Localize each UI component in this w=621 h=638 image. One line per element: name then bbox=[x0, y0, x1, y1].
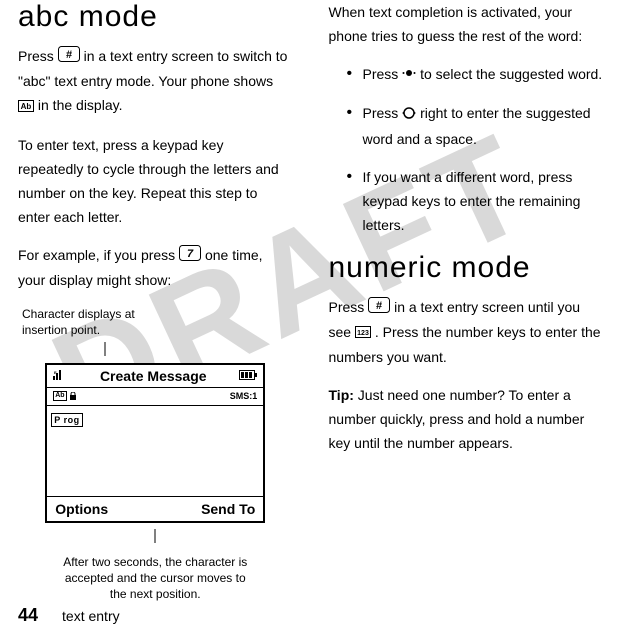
annotation-line-bottom bbox=[18, 529, 293, 548]
lock-icon bbox=[69, 392, 77, 400]
phone-titlebar: E Create Message bbox=[47, 365, 263, 388]
phone-title: Create Message bbox=[67, 368, 239, 384]
heading-numeric-mode: numeric mode bbox=[329, 251, 604, 285]
phone-screen: E Create Message Ab SMS:1 P rog Options … bbox=[45, 363, 265, 523]
nav-key-icon bbox=[402, 103, 416, 127]
tip-text: Just need one number? To enter a number … bbox=[329, 387, 585, 451]
phone-softkeys: Options Send To bbox=[47, 496, 263, 521]
numeric-para-a: Press bbox=[329, 299, 369, 315]
completion-list: Press to select the suggested word. Pres… bbox=[347, 62, 604, 237]
heading-abc-mode: abc mode bbox=[18, 0, 293, 34]
abc-para-1c: in the display. bbox=[38, 97, 123, 113]
annotation-line-top bbox=[18, 342, 293, 361]
svg-text:#: # bbox=[66, 49, 72, 61]
bullet-select-word: Press to select the suggested word. bbox=[347, 62, 604, 87]
footer-section: text entry bbox=[62, 608, 120, 624]
bullet-different-word: If you want a different word, press keyp… bbox=[347, 165, 604, 237]
tip-label: Tip: bbox=[329, 387, 354, 403]
bullet2a: Press bbox=[363, 105, 403, 121]
right-column: When text completion is activated, your … bbox=[311, 0, 604, 608]
abc-para-2: To enter text, press a keypad key repeat… bbox=[18, 133, 293, 229]
phone-body: P rog bbox=[47, 406, 263, 496]
svg-text:Ab: Ab bbox=[21, 102, 32, 111]
svg-text:123: 123 bbox=[357, 330, 369, 337]
hash-key-icon: # bbox=[58, 45, 80, 69]
mode-badge: Ab bbox=[53, 391, 76, 401]
signal-icon: E bbox=[53, 367, 67, 385]
softkey-left: Options bbox=[55, 501, 108, 517]
numeric-para: Press # in a text entry screen until you… bbox=[329, 295, 604, 370]
abc-para-3a: For example, if you press bbox=[18, 247, 179, 263]
battery-icon bbox=[239, 367, 257, 385]
page-footer: 44 text entry bbox=[18, 605, 120, 626]
ab-mode-icon: Ab bbox=[18, 95, 34, 119]
seven-key-icon: 7 bbox=[179, 244, 201, 268]
center-key-icon bbox=[402, 63, 416, 87]
caption-top: Character displays at insertion point. bbox=[22, 306, 172, 338]
mode-label: Ab bbox=[53, 391, 66, 401]
bullet-right-word: Press right to enter the suggested word … bbox=[347, 101, 604, 150]
abc-para-1: Press # in a text entry screen to switch… bbox=[18, 44, 293, 119]
left-column: abc mode Press # in a text entry screen … bbox=[18, 0, 311, 608]
typed-text: P rog bbox=[51, 413, 82, 427]
bullet1b: to select the suggested word. bbox=[420, 66, 602, 82]
softkey-right: Send To bbox=[201, 501, 255, 517]
svg-text:7: 7 bbox=[187, 248, 194, 260]
svg-text:#: # bbox=[376, 300, 382, 312]
page-columns: abc mode Press # in a text entry screen … bbox=[0, 0, 621, 608]
tip-paragraph: Tip: Just need one number? To enter a nu… bbox=[329, 383, 604, 455]
svg-text:E: E bbox=[54, 370, 57, 375]
hash-key-icon-2: # bbox=[368, 296, 390, 320]
sms-counter: SMS:1 bbox=[230, 391, 258, 401]
abc-para-3: For example, if you press 7 one time, yo… bbox=[18, 243, 293, 292]
abc-para-1a: Press bbox=[18, 48, 58, 64]
phone-statusbar: Ab SMS:1 bbox=[47, 388, 263, 406]
bullet1a: Press bbox=[363, 66, 403, 82]
completion-intro: When text completion is activated, your … bbox=[329, 0, 604, 48]
caption-bottom: After two seconds, the character is acce… bbox=[55, 554, 255, 602]
numeric-mode-icon: 123 bbox=[355, 321, 371, 345]
page-number: 44 bbox=[18, 605, 38, 626]
